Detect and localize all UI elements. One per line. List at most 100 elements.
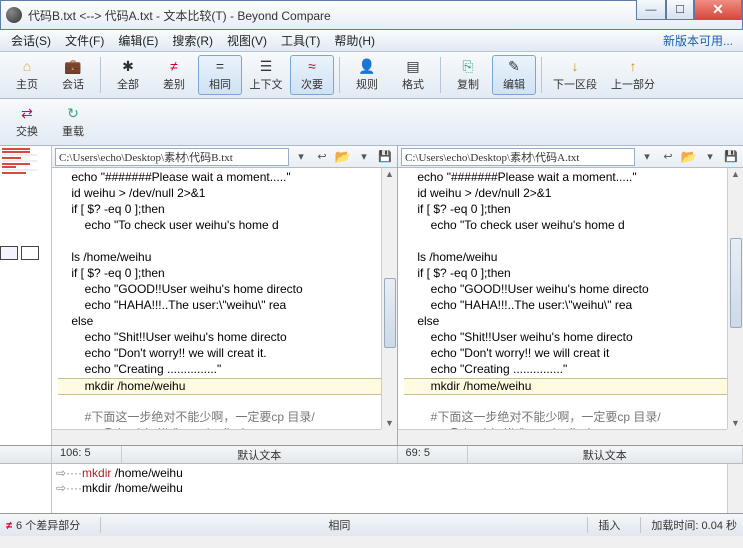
code-line[interactable]: echo "Shit!!User weihu's home directo <box>404 330 633 344</box>
left-menu-icon[interactable]: ▾ <box>355 148 373 166</box>
right-position: 69: 5 <box>398 446 468 463</box>
left-scrollbar-h[interactable] <box>52 429 381 445</box>
right-save-icon[interactable]: 💾 <box>722 148 740 166</box>
update-link[interactable]: 新版本可用... <box>663 32 739 49</box>
home-button[interactable]: ⌂主页 <box>5 55 49 95</box>
reload-button[interactable]: ↻重载 <box>51 102 95 142</box>
approx-icon: ≈ <box>303 58 321 74</box>
minimize-button[interactable]: — <box>636 0 666 20</box>
right-path-input[interactable] <box>401 148 635 166</box>
code-line[interactable]: echo "#######Please wait a moment....." <box>404 170 637 184</box>
code-line[interactable] <box>404 234 417 248</box>
code-line[interactable]: echo "Don't worry!! we will creat it <box>404 346 609 360</box>
menu-tools[interactable]: 工具(T) <box>274 30 327 51</box>
format-icon: ▤ <box>404 58 422 74</box>
code-line[interactable]: if [ $? -eq 0 ];then <box>404 202 511 216</box>
merge-area: ⇨····mkdir /home/weihu ⇨····mkdir /home/… <box>0 464 743 514</box>
code-line[interactable]: id weihu > /dev/null 2>&1 <box>404 186 551 200</box>
menu-view[interactable]: 视图(V) <box>220 30 274 51</box>
code-line[interactable]: echo "GOOD!!User weihu's home directo <box>404 282 649 296</box>
code-line[interactable]: mkdir /home/weihu <box>404 378 743 395</box>
menu-search[interactable]: 搜索(R) <box>165 30 220 51</box>
merge-arrow-icon: ⇨···· <box>56 466 82 480</box>
prev-section-button[interactable]: ↑上一部分 <box>605 55 661 95</box>
code-line[interactable]: id weihu > /dev/null 2>&1 <box>58 186 205 200</box>
menu-edit[interactable]: 编辑(E) <box>111 30 165 51</box>
thumbnail-column[interactable] <box>0 146 52 445</box>
code-line[interactable]: echo "Shit!!User weihu's home directo <box>58 330 287 344</box>
code-line[interactable]: else <box>58 314 93 328</box>
code-line[interactable]: echo "GOOD!!User weihu's home directo <box>58 282 303 296</box>
code-line[interactable]: ls /home/weihu <box>404 250 497 264</box>
left-scrollbar-v[interactable] <box>381 168 397 429</box>
edit-icon: ✎ <box>505 58 523 74</box>
right-menu-icon[interactable]: ▾ <box>701 148 719 166</box>
code-line[interactable]: #下面这一步绝对不能少啊，一定要cp 目录/ <box>58 410 315 424</box>
left-code-area[interactable]: echo "#######Please wait a moment....." … <box>52 168 397 445</box>
show-same-button[interactable]: =相同 <box>198 55 242 95</box>
minor-button[interactable]: ≈次要 <box>290 55 334 95</box>
code-line[interactable]: mkdir /home/weihu <box>58 378 397 395</box>
window-controls: — ☐ ✕ <box>636 0 742 20</box>
left-open-icon[interactable]: 📂 <box>334 148 352 166</box>
edit-button[interactable]: ✎编辑 <box>492 55 536 95</box>
left-save-icon[interactable]: 💾 <box>376 148 394 166</box>
code-line[interactable]: echo "Creating ..............." <box>58 362 221 376</box>
code-line[interactable]: ls /home/weihu <box>58 250 151 264</box>
workspace: ▾ ↩ 📂 ▾ 💾 echo "#######Please wait a mom… <box>0 146 743 446</box>
code-line[interactable]: echo "To check user weihu's home d <box>58 218 279 232</box>
swap-button[interactable]: ⇄交换 <box>5 102 49 142</box>
arrow-down-icon: ↓ <box>566 58 584 74</box>
thumbnail-viewport-right[interactable] <box>21 246 39 260</box>
left-path-input[interactable] <box>55 148 289 166</box>
briefcase-icon: 💼 <box>64 58 82 74</box>
menu-session[interactable]: 会话(S) <box>4 30 58 51</box>
next-section-button[interactable]: ↓下一区段 <box>547 55 603 95</box>
right-dropdown-icon[interactable]: ▾ <box>638 148 656 166</box>
menu-file[interactable]: 文件(F) <box>58 30 111 51</box>
code-line[interactable]: if [ $? -eq 0 ];then <box>404 266 511 280</box>
merge-arrow-icon: ⇨···· <box>56 481 82 495</box>
context-button[interactable]: ☰上下文 <box>244 55 288 95</box>
session-button[interactable]: 💼会话 <box>51 55 95 95</box>
home-icon: ⌂ <box>18 58 36 74</box>
code-line[interactable]: echo "HAHA!!!..The user:\"weihu\" rea <box>58 298 286 312</box>
right-history-icon[interactable]: ↩ <box>659 148 677 166</box>
right-scrollbar-h[interactable] <box>398 429 727 445</box>
merge-lines[interactable]: ⇨····mkdir /home/weihu ⇨····mkdir /home/… <box>52 464 743 513</box>
right-open-icon[interactable]: 📂 <box>680 148 698 166</box>
show-diff-button[interactable]: ≠差别 <box>152 55 196 95</box>
merge-scrollbar[interactable] <box>727 464 743 513</box>
format-button[interactable]: ▤格式 <box>391 55 435 95</box>
left-dropdown-icon[interactable]: ▾ <box>292 148 310 166</box>
left-history-icon[interactable]: ↩ <box>313 148 331 166</box>
code-line[interactable] <box>58 234 71 248</box>
code-line[interactable]: echo "Creating ..............." <box>404 362 567 376</box>
code-line[interactable]: else <box>404 314 439 328</box>
code-line[interactable]: echo "#######Please wait a moment....." <box>58 170 291 184</box>
right-scrollbar-v[interactable] <box>727 168 743 429</box>
secondary-toolbar: ⇄交换 ↻重载 <box>0 99 743 146</box>
show-all-button[interactable]: ✱全部 <box>106 55 150 95</box>
asterisk-icon: ✱ <box>119 58 137 74</box>
equal-icon: = <box>211 58 229 74</box>
code-line[interactable]: if [ $? -eq 0 ];then <box>58 266 165 280</box>
code-line[interactable]: #下面这一步绝对不能少啊，一定要cp 目录/ <box>404 410 661 424</box>
close-button[interactable]: ✕ <box>694 0 742 20</box>
thumbnail-viewport-left[interactable] <box>0 246 18 260</box>
referee-icon: 👤 <box>358 58 376 74</box>
code-line[interactable]: echo "To check user weihu's home d <box>404 218 625 232</box>
right-code-area[interactable]: echo "#######Please wait a moment....." … <box>398 168 743 445</box>
rules-button[interactable]: 👤规则 <box>345 55 389 95</box>
code-line[interactable]: echo "Don't worry!! we will creat it. <box>58 346 267 360</box>
right-encoding: 默认文本 <box>468 446 743 463</box>
maximize-button[interactable]: ☐ <box>666 0 694 20</box>
arrow-up-icon: ↑ <box>624 58 642 74</box>
swap-icon: ⇄ <box>18 105 36 121</box>
window-title: 代码B.txt <--> 代码A.txt - 文本比较(T) - Beyond … <box>28 7 331 24</box>
menu-help[interactable]: 帮助(H) <box>327 30 382 51</box>
load-time: 加载时间: 0.04 秒 <box>640 517 737 533</box>
code-line[interactable]: if [ $? -eq 0 ];then <box>58 202 165 216</box>
copy-button[interactable]: ⎘复制 <box>446 55 490 95</box>
code-line[interactable]: echo "HAHA!!!..The user:\"weihu\" rea <box>404 298 632 312</box>
